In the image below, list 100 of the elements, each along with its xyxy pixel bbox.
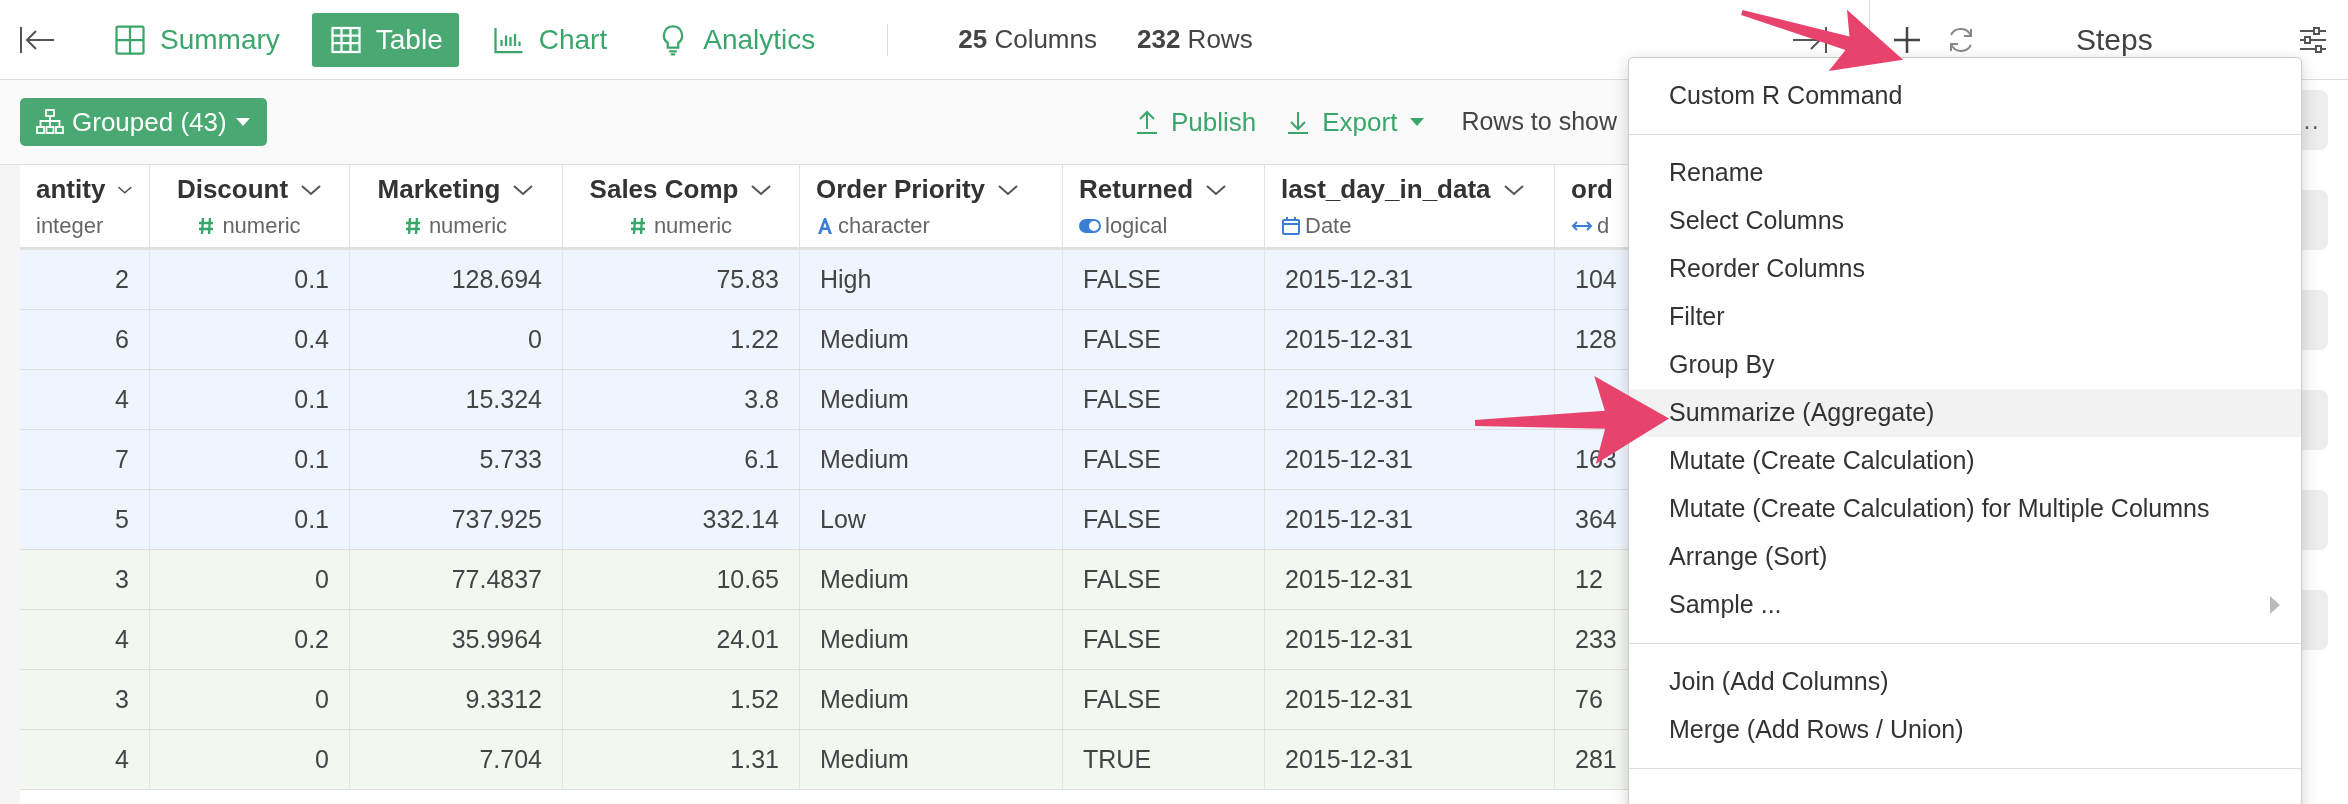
table-cell-text: 77.4837 bbox=[451, 563, 542, 595]
menu-item[interactable]: Reorder Columns bbox=[1629, 245, 2301, 293]
rows-to-show-label: Rows to show bbox=[1461, 106, 1617, 138]
column-header[interactable]: Order Priority character bbox=[800, 165, 1063, 247]
table-cell-text: 2015-12-31 bbox=[1285, 743, 1413, 775]
menu-item[interactable]: Filter bbox=[1629, 293, 2301, 341]
table-cell-text: 2015-12-31 bbox=[1285, 383, 1413, 415]
column-type: integer bbox=[36, 212, 104, 240]
menu-item[interactable]: Sample ... bbox=[1629, 581, 2301, 629]
table-cell-text: 2015-12-31 bbox=[1285, 503, 1413, 535]
column-name: ord bbox=[1571, 173, 1613, 206]
table-cell-text: 233 bbox=[1575, 623, 1617, 655]
table-cell-text: 128 bbox=[1575, 323, 1617, 355]
table-cell-text: 364 bbox=[1575, 503, 1617, 535]
table-cell-text: FALSE bbox=[1083, 503, 1161, 535]
column-name: Discount bbox=[176, 173, 289, 206]
table-cell-text: 35.9964 bbox=[451, 623, 542, 655]
menu-item[interactable]: Group By bbox=[1629, 341, 2301, 389]
menu-item[interactable]: Arrange (Sort) bbox=[1629, 533, 2301, 581]
column-header[interactable]: antity integer bbox=[20, 165, 150, 247]
table-cell-text: Low bbox=[820, 503, 866, 535]
column-name: Marketing bbox=[377, 173, 501, 206]
hash-icon bbox=[198, 216, 215, 235]
column-type: numeric bbox=[222, 212, 301, 240]
table-cell-text: 0 bbox=[315, 683, 329, 715]
table-cell-text: 1.52 bbox=[730, 683, 779, 715]
table-cell-text: FALSE bbox=[1083, 263, 1161, 295]
menu-item[interactable]: Custom R Command bbox=[1629, 72, 2301, 120]
table-cell-text: 2015-12-31 bbox=[1285, 623, 1413, 655]
column-type: Date bbox=[1305, 212, 1352, 240]
menu-item[interactable]: Select Columns bbox=[1629, 197, 2301, 245]
table-cell-text: 3 bbox=[115, 683, 129, 715]
steps-title: Steps bbox=[2076, 22, 2153, 58]
column-type: numeric bbox=[428, 212, 508, 240]
table-cell-text: 0.1 bbox=[294, 263, 329, 295]
table-cell-text: 5 bbox=[115, 503, 129, 535]
table-cell-text: Medium bbox=[820, 743, 909, 775]
table-cell-text: 4 bbox=[115, 383, 129, 415]
submenu-arrow-icon bbox=[2269, 595, 2281, 615]
download-icon bbox=[1286, 109, 1311, 135]
table-cell-text: 4 bbox=[115, 743, 129, 775]
table-cell-text: 6.1 bbox=[744, 443, 779, 475]
chevron-down-icon[interactable] bbox=[1205, 182, 1228, 197]
menu-item[interactable]: Join (Add Columns) bbox=[1629, 658, 2301, 706]
menu-item[interactable]: Rename bbox=[1629, 149, 2301, 197]
menu-item[interactable]: Mutate (Create Calculation) bbox=[1629, 437, 2301, 485]
table-cell-text: 7 bbox=[115, 443, 129, 475]
table-cell-text: 737.925 bbox=[451, 503, 542, 535]
menu-item[interactable]: Merge (Add Rows / Union) bbox=[1629, 706, 2301, 754]
table-cell-text: FALSE bbox=[1083, 443, 1161, 475]
calendar-icon bbox=[1281, 215, 1301, 236]
table-cell-text: 281 bbox=[1575, 743, 1617, 775]
table-cell-text: Medium bbox=[820, 323, 909, 355]
column-header[interactable]: Sales Comp numeric bbox=[563, 165, 800, 247]
letter-icon bbox=[816, 216, 834, 235]
menu-item[interactable]: Mutate (Create Calculation) for Multiple Columns bbox=[1629, 485, 2301, 533]
table-cell-text: 75.83 bbox=[716, 263, 779, 295]
column-type: numeric bbox=[653, 212, 733, 240]
table-cell-text: 0 bbox=[315, 563, 329, 595]
column-type: character bbox=[838, 212, 930, 240]
table-cell-text: 3.8 bbox=[744, 383, 779, 415]
table-cell-text: 24.01 bbox=[716, 623, 779, 655]
table-cell-text: 1.22 bbox=[730, 323, 779, 355]
table-cell-text: Medium bbox=[820, 383, 909, 415]
table-cell-text: TRUE bbox=[1083, 743, 1152, 775]
chevron-down-icon[interactable] bbox=[1502, 182, 1525, 197]
menu-item[interactable]: Summarize (Aggregate) bbox=[1629, 389, 2301, 437]
hash-icon bbox=[404, 216, 421, 235]
table-cell-text: 0.2 bbox=[294, 623, 329, 655]
column-name: Returned bbox=[1079, 173, 1194, 206]
column-header[interactable]: Discount numeric bbox=[150, 165, 350, 247]
caret-icon bbox=[234, 117, 251, 127]
table-cell-text: FALSE bbox=[1083, 563, 1161, 595]
table-cell-text: 0.4 bbox=[294, 323, 329, 355]
chevron-down-icon[interactable] bbox=[300, 182, 323, 197]
chevron-down-icon[interactable] bbox=[512, 182, 535, 197]
column-header[interactable]: Returned logical bbox=[1063, 165, 1265, 247]
table-cell-text: Medium bbox=[820, 443, 909, 475]
table-cell-text: 0.1 bbox=[294, 383, 329, 415]
hierarchy-icon bbox=[36, 109, 64, 135]
plus-icon[interactable] bbox=[1892, 24, 1922, 55]
column-header[interactable]: last_day_in_data Date bbox=[1265, 165, 1555, 247]
table-cell-text: 6 bbox=[115, 323, 129, 355]
column-header[interactable]: Marketing numeric bbox=[350, 165, 563, 247]
table-cell-text: 2015-12-31 bbox=[1285, 563, 1413, 595]
table-cell-text: 2015-12-31 bbox=[1285, 263, 1413, 295]
column-name: last_day_in_data bbox=[1281, 173, 1491, 206]
table-cell-text: 9.3312 bbox=[465, 683, 542, 715]
column-name: Sales Comp bbox=[589, 173, 739, 206]
table-cell-text: 5.733 bbox=[479, 443, 542, 475]
column-name: antity bbox=[36, 173, 106, 206]
table-cell-text: 7.704 bbox=[479, 743, 542, 775]
sliders-icon[interactable] bbox=[2298, 24, 2328, 55]
chevron-down-icon[interactable] bbox=[750, 182, 773, 197]
chevron-down-icon[interactable] bbox=[997, 182, 1020, 197]
column-type: logical bbox=[1105, 212, 1168, 240]
column-name: Order Priority bbox=[816, 173, 986, 206]
caret-icon bbox=[1409, 117, 1426, 127]
table-cell-text: Medium bbox=[820, 563, 909, 595]
table-cell-text: 10.65 bbox=[716, 563, 779, 595]
